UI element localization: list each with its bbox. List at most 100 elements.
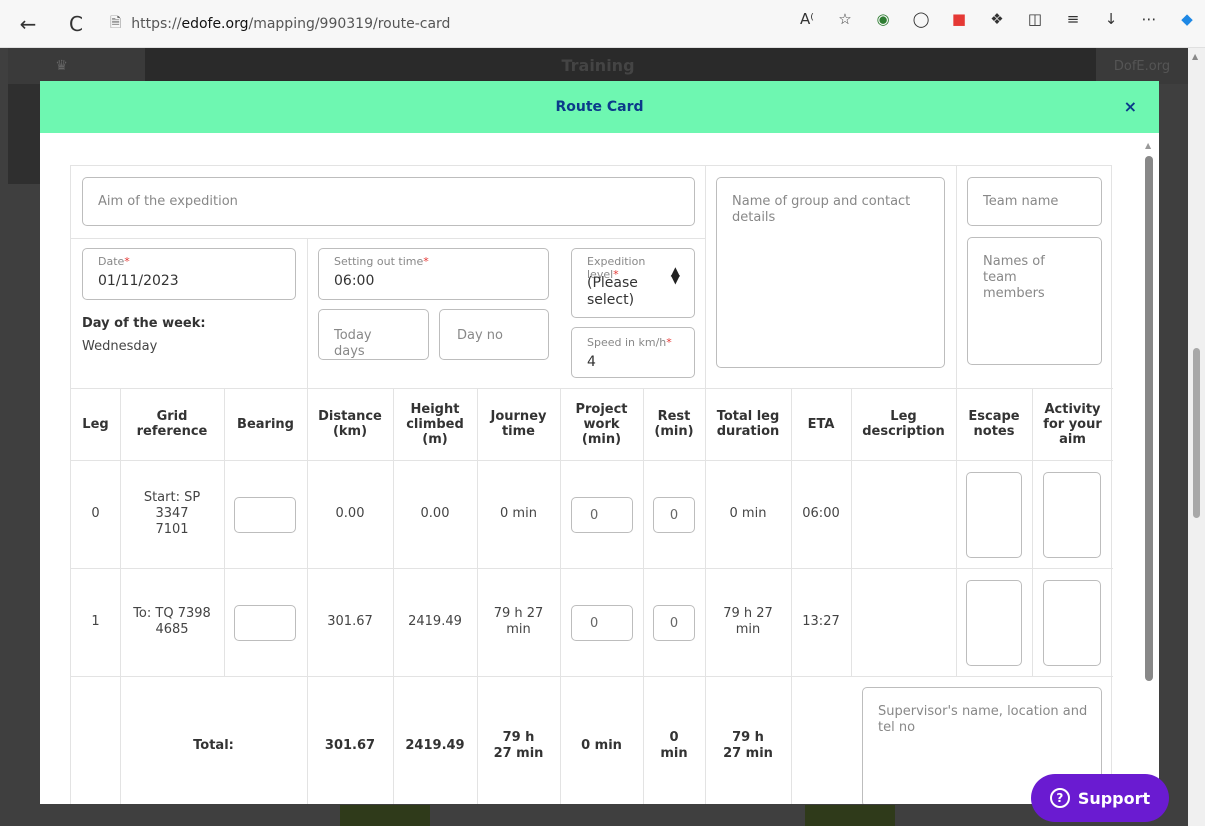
row1-height: 2419.49 (408, 614, 462, 629)
row0-leg: 0 (91, 506, 100, 521)
header-grid-reference: Grid reference (136, 409, 208, 439)
favorite-star-icon[interactable]: ☆ (835, 9, 855, 29)
route-card-modal: Route Card × ▲ Aim of the expedition Nam… (40, 81, 1159, 804)
date-field[interactable]: Date* 01/11/2023 (82, 248, 296, 300)
row0-eta: 06:00 (802, 506, 840, 521)
team-members-placeholder: Names of team members (983, 254, 1045, 301)
setting-out-time-field[interactable]: Setting out time* 06:00 (318, 248, 549, 300)
row1-distance: 301.67 (327, 614, 373, 629)
header-activity-for-aim: Activity for your aim (1043, 401, 1102, 447)
support-label: Support (1077, 788, 1151, 808)
more-menu-icon[interactable]: ⋯ (1139, 9, 1159, 29)
close-icon[interactable]: × (1124, 97, 1137, 116)
team-name-input[interactable]: Team name (967, 177, 1102, 226)
day-no-placeholder: Day no (457, 328, 503, 343)
background-button (340, 805, 430, 826)
read-aloud-icon[interactable]: A⁽ (797, 9, 817, 29)
shield-extension-icon[interactable]: ■ (949, 9, 969, 29)
back-arrow-icon[interactable]: ← (10, 6, 46, 42)
page-scrollbar-thumb[interactable] (1193, 348, 1200, 518)
favorites-list-icon[interactable]: ≡ (1063, 9, 1083, 29)
expedition-level-select[interactable]: Expedition level* (Please select) ▲ ▼ (571, 248, 695, 318)
team-members-textarea[interactable]: Names of team members (967, 237, 1102, 365)
split-screen-icon[interactable]: ◫ (1025, 9, 1045, 29)
row1-rest-input[interactable]: 0 (653, 605, 695, 641)
sort-arrows-icon: ▲ ▼ (670, 264, 680, 286)
header-leg: Leg (82, 416, 109, 432)
url-prefix: https:// (131, 16, 182, 32)
row1-grid-reference: To: TQ 7398 4685 (133, 606, 211, 637)
pocket-icon[interactable]: ◯ (911, 9, 931, 29)
total-rest: 0 min (660, 730, 688, 761)
row0-project-work-input[interactable]: 0 (571, 497, 633, 533)
modal-scrollbar[interactable]: ▲ (1143, 141, 1155, 801)
aim-placeholder: Aim of the expedition (98, 194, 238, 209)
aim-input[interactable]: Aim of the expedition (82, 177, 695, 226)
total-project-work: 0 min (581, 738, 622, 753)
total-journey-time: 79 h 27 min (493, 730, 544, 761)
extensions-icon[interactable]: ❖ (987, 9, 1007, 29)
header-eta: ETA (807, 416, 835, 432)
row1-escape-notes-textarea[interactable] (966, 580, 1022, 666)
total-distance: 301.67 (324, 738, 376, 753)
setting-out-time-value: 06:00 (334, 273, 375, 289)
row1-bearing-input[interactable] (234, 605, 296, 641)
url-path: /mapping/990319/route-card (248, 16, 451, 32)
site-header: ♛ Training DofE.org (8, 48, 1188, 84)
total-leg-duration: 79 h 27 min (723, 730, 773, 761)
scroll-up-icon[interactable]: ▲ (1145, 141, 1151, 150)
modal-header: Route Card × (40, 81, 1159, 133)
total-label: Total: (193, 738, 234, 753)
copilot-icon[interactable]: ◆ (1177, 9, 1197, 29)
route-card-form: Aim of the expedition Name of group and … (70, 165, 1113, 804)
brand-link[interactable]: DofE.org (1096, 48, 1188, 84)
row0-height: 0.00 (420, 506, 450, 521)
browser-toolbar: ← C 🗎 https://edofe.org/mapping/990319/r… (0, 0, 1205, 48)
header-leg-description: Leg description (862, 409, 945, 439)
day-of-week-label: Day of the week: (82, 316, 206, 331)
header-project-work: Project work (min) (575, 401, 628, 447)
date-value: 01/11/2023 (98, 273, 179, 289)
row0-total-duration: 0 min (729, 506, 767, 521)
row0-rest-input[interactable]: 0 (653, 497, 695, 533)
day-of-week-value: Wednesday (82, 339, 158, 354)
site-title: Training (561, 56, 635, 75)
day-no-input[interactable]: Day no (439, 309, 549, 360)
page-scrollbar[interactable]: ▲ (1188, 48, 1205, 826)
speed-value: 4 (587, 354, 596, 370)
row0-escape-notes-textarea[interactable] (966, 472, 1022, 558)
url-host: edofe.org (181, 16, 249, 32)
support-button[interactable]: ? Support (1031, 774, 1169, 822)
help-circle-icon: ? (1049, 788, 1070, 808)
header-height-climbed: Height climbed (m) (406, 401, 464, 447)
extension-green-icon[interactable]: ◉ (873, 9, 893, 29)
refresh-icon[interactable]: C (58, 6, 94, 42)
downloads-icon[interactable]: ↓ (1101, 9, 1121, 29)
row1-journey-time: 79 h 27 min (493, 606, 544, 637)
supervisor-placeholder: Supervisor's name, location and tel no (878, 704, 1088, 735)
header-bearing: Bearing (237, 416, 294, 432)
background-button (805, 805, 895, 826)
team-name-placeholder: Team name (983, 194, 1059, 209)
row0-activity-textarea[interactable] (1043, 472, 1101, 558)
divider (307, 238, 308, 388)
today-days-input[interactable]: Today days (318, 309, 429, 360)
divider (71, 238, 705, 239)
header-rest: Rest (min) (654, 409, 694, 439)
expedition-level-value: (Please select) (587, 275, 638, 308)
row1-project-work-input[interactable]: 0 (571, 605, 633, 641)
row1-activity-textarea[interactable] (1043, 580, 1101, 666)
page-info-icon[interactable]: 🗎 (110, 12, 121, 36)
modal-title: Route Card (555, 99, 644, 115)
address-bar[interactable]: 🗎 https://edofe.org/mapping/990319/route… (110, 9, 780, 39)
row0-bearing-input[interactable] (234, 497, 296, 533)
divider (956, 166, 957, 388)
speed-field[interactable]: Speed in km/h* 4 (571, 327, 695, 378)
row1-total-duration: 79 h 27 min (723, 606, 773, 637)
speed-label: Speed in km/h* (587, 336, 672, 349)
modal-scrollbar-thumb[interactable] (1145, 156, 1153, 681)
scroll-up-icon[interactable]: ▲ (1192, 52, 1198, 61)
header-escape-notes: Escape notes (968, 409, 1020, 439)
today-days-placeholder: Today days (334, 328, 372, 359)
group-contact-textarea[interactable]: Name of group and contact details (716, 177, 945, 368)
